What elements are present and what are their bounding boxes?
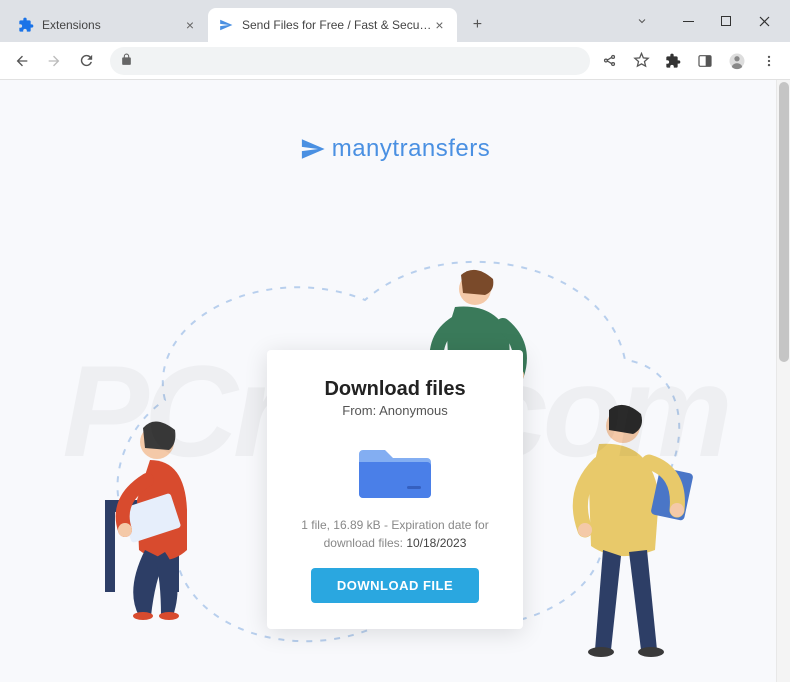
paper-plane-icon [218,17,234,33]
brand-logo: manytransfers [300,135,491,163]
card-heading: Download files [291,378,499,401]
close-icon[interactable]: × [431,17,447,33]
menu-icon[interactable] [760,52,778,70]
folder-icon [357,438,433,502]
expiration-date: 10/18/2023 [406,536,466,550]
tab-title: Extensions [42,18,182,32]
browser-titlebar: Extensions × Send Files for Free / Fast … [0,0,790,42]
side-panel-icon[interactable] [696,52,714,70]
reload-button[interactable] [72,47,100,75]
puzzle-icon [18,17,34,33]
window-controls [616,0,790,42]
chevron-down-icon[interactable] [632,11,652,31]
minimize-button[interactable] [678,11,698,31]
file-size: 16.89 kB [333,518,380,532]
from-label: From: [342,403,379,418]
maximize-button[interactable] [716,11,736,31]
tab-extensions[interactable]: Extensions × [8,8,208,42]
file-count: 1 file [301,518,326,532]
close-window-button[interactable] [754,11,774,31]
lock-icon [120,53,136,69]
profile-icon[interactable] [728,52,746,70]
tab-title: Send Files for Free / Fast & Secu… [242,18,431,32]
star-icon[interactable] [632,52,650,70]
illustration-person-right [555,400,705,660]
from-value: Anonymous [379,403,448,418]
forward-button[interactable] [40,47,68,75]
file-info: 1 file, 16.89 kB - Expiration date for d… [291,516,499,552]
scrollbar[interactable] [776,80,790,682]
toolbar-actions [600,52,782,70]
tabs-row: Extensions × Send Files for Free / Fast … [0,0,491,42]
extensions-icon[interactable] [664,52,682,70]
close-icon[interactable]: × [182,17,198,33]
download-card: Download files From: Anonymous 1 file, 1… [267,350,523,629]
tab-sendfiles[interactable]: Send Files for Free / Fast & Secu… × [208,8,457,42]
share-icon[interactable] [600,52,618,70]
new-tab-button[interactable]: + [463,11,491,39]
back-button[interactable] [8,47,36,75]
brand-name: manytransfers [332,135,491,163]
scrollbar-thumb[interactable] [779,82,789,362]
address-bar[interactable] [110,47,590,75]
page-content: manytransfers [0,80,790,682]
illustration-person-left [95,400,235,620]
card-from: From: Anonymous [291,403,499,418]
download-file-button[interactable]: DOWNLOAD FILE [311,568,479,603]
paper-plane-icon [300,136,326,162]
browser-toolbar [0,42,790,80]
